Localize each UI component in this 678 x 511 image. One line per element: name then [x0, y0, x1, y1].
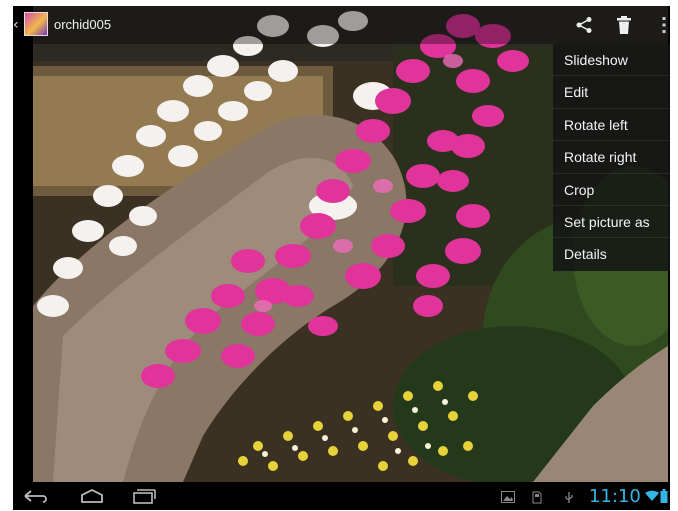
- menu-item-rotate-left[interactable]: Rotate left: [553, 109, 670, 142]
- menu-item-rotate-right[interactable]: Rotate right: [553, 141, 670, 174]
- delete-icon[interactable]: [615, 15, 633, 35]
- system-bar: 11:10: [13, 482, 670, 510]
- menu-item-set-picture-as[interactable]: Set picture as: [553, 206, 670, 239]
- usb-icon: [565, 492, 573, 503]
- overflow-menu: Slideshow Edit Rotate left Rotate right …: [553, 44, 670, 271]
- back-caret-icon[interactable]: ‹: [13, 17, 19, 33]
- back-icon[interactable]: [23, 488, 49, 504]
- menu-item-details[interactable]: Details: [553, 238, 670, 270]
- gallery-thumbnail-icon[interactable]: [24, 12, 48, 36]
- recent-apps-icon[interactable]: [131, 488, 157, 504]
- action-bar: ‹ orchid005: [13, 6, 670, 44]
- battery-icon: [660, 489, 668, 503]
- share-icon[interactable]: [575, 16, 593, 34]
- menu-item-crop[interactable]: Crop: [553, 174, 670, 206]
- home-icon[interactable]: [79, 488, 105, 504]
- overflow-menu-icon[interactable]: [661, 15, 667, 35]
- wifi-icon: [645, 490, 659, 501]
- menu-item-edit[interactable]: Edit: [553, 76, 670, 109]
- photo-title: orchid005: [54, 17, 112, 32]
- gallery-notification-icon: [501, 491, 515, 503]
- sd-card-icon: [532, 491, 542, 504]
- menu-item-slideshow[interactable]: Slideshow: [553, 44, 670, 77]
- clock: 11:10: [589, 486, 641, 507]
- tablet-screen: ‹ orchid005 Slideshow Edit Rotate left R…: [13, 6, 670, 510]
